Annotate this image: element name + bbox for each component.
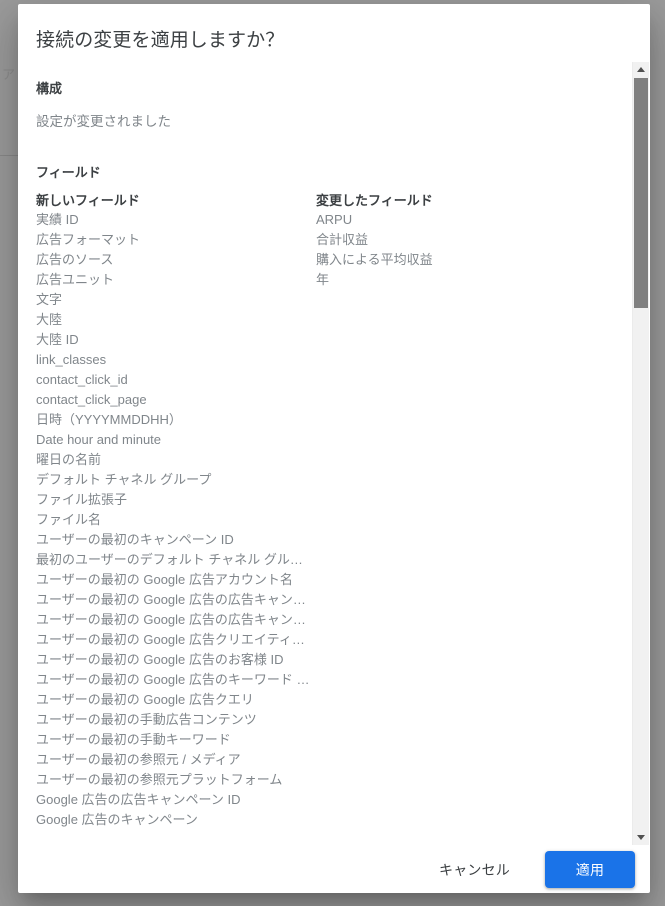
field-list-item: 年 [316,272,330,287]
field-list-item: ユーザーの最初の Google 広告のキーワード … [36,672,310,687]
field-list-item: 実績 ID [36,212,79,227]
field-list-item: デフォルト チャネル グループ [36,472,212,487]
field-list-item: 曜日の名前 [36,452,102,467]
field-list-item: link_classes [36,352,107,367]
field-list-item: 購入による平均収益 [316,252,433,267]
field-list-item: ユーザーの最初の手動キーワード [36,732,231,747]
configuration-heading: 構成 [36,81,63,96]
scroll-up-arrow-icon[interactable] [633,62,649,78]
field-list-item: ユーザーの最初の Google 広告クリエイティ… [36,632,305,647]
changed-fields-column-header: 変更したフィールド [316,193,433,208]
field-list-item: Google 広告のキャンペーン [36,812,198,827]
dialog-title: 接続の変更を適用しますか？ [36,30,285,51]
dialog-scroll-body[interactable]: 構成 設定が変更されました フィールド 新しいフィールド 変更したフィールド 実… [18,62,650,845]
field-list-item: ユーザーの最初の参照元プラットフォーム [36,772,283,787]
apply-changes-dialog: 接続の変更を適用しますか？ 構成 設定が変更されました フィールド 新しいフィー… [18,4,650,893]
apply-button[interactable]: 適用 [545,851,635,888]
field-list-item: ユーザーの最初の参照元 / メディア [36,752,241,767]
field-list-item: ユーザーの最初の手動広告コンテンツ [36,712,257,727]
field-list-item: 広告フォーマット [36,232,141,247]
field-list-item: 最初のユーザーのデフォルト チャネル グル… [36,552,303,567]
configuration-description: 設定が変更されました [36,114,171,129]
dialog-footer: キャンセル 適用 [18,845,650,893]
field-list-item: contact_click_page [36,392,147,407]
field-list-item: 大陸 ID [36,332,79,347]
cancel-button[interactable]: キャンセル [427,853,522,887]
field-list-item: contact_click_id [36,372,128,387]
field-list-item: ARPU [316,212,353,227]
field-list-item: 広告のソース [36,252,114,267]
field-list-item: 文字 [36,292,63,307]
field-list-item: ユーザーの最初の Google 広告クエリ [36,692,254,707]
fields-heading: フィールド [36,165,101,180]
field-list-item: 広告ユニット [36,272,115,287]
field-list-item: Google 広告の広告キャンペーン ID [36,792,241,807]
dialog-scrollbar[interactable] [632,62,649,845]
scrollbar-thumb[interactable] [634,78,648,308]
new-fields-column-header: 新しいフィールド [36,193,140,208]
field-list-item: ユーザーの最初の Google 広告アカウント名 [36,572,293,587]
field-list-item: ユーザーの最初のキャンペーン ID [36,532,234,547]
field-list-item: 大陸 [36,312,63,327]
field-list-item: ユーザーの最初の Google 広告の広告キャン… [36,592,306,607]
field-list-item: ユーザーの最初の Google 広告のお客様 ID [36,652,284,667]
field-list-item: ファイル名 [36,512,102,527]
field-list-item: ユーザーの最初の Google 広告の広告キャン… [36,612,306,627]
scroll-down-arrow-icon[interactable] [633,829,649,845]
field-list-item: 合計収益 [316,232,369,247]
field-list-item: ファイル拡張子 [36,492,128,507]
field-list-item: 日時（YYYYMMDDHH） [36,412,182,427]
field-list-item: Date hour and minute [36,432,162,447]
